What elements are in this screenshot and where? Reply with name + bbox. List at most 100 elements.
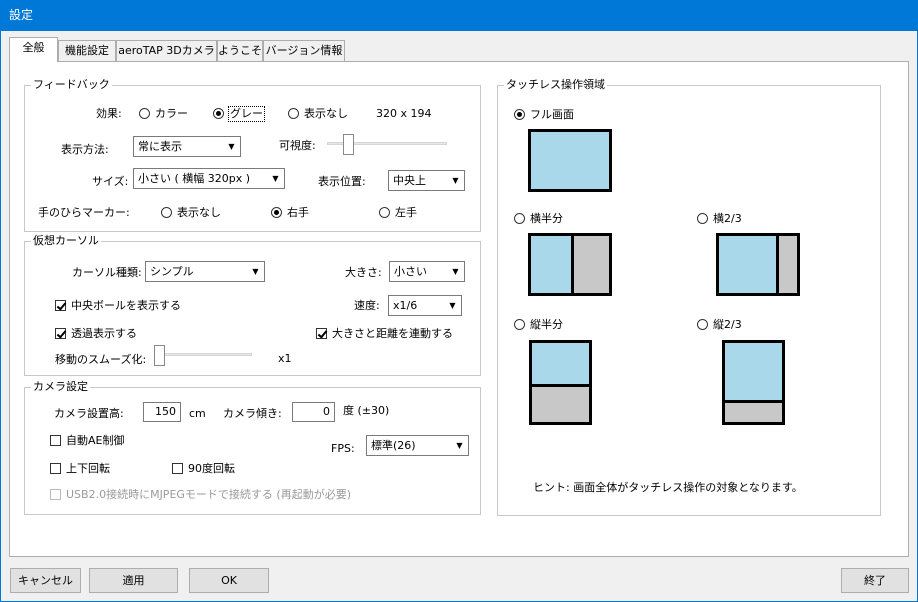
chevron-down-icon: ▼ — [451, 436, 468, 455]
position-select[interactable]: 中央上 ▼ — [388, 170, 465, 191]
title-bar: 設定 — [0, 0, 918, 31]
tab-welcome[interactable]: ようこそ — [217, 40, 263, 62]
position-label: 表示位置: — [318, 175, 366, 188]
select-value: 小さい ( 横幅 320px ) — [138, 172, 251, 185]
cursor-type-select[interactable]: シンプル ▼ — [145, 261, 265, 282]
tab-version[interactable]: バージョン情報 — [263, 40, 345, 62]
effect-gray-label: グレー — [228, 106, 265, 122]
cursor-size-select[interactable]: 小さい ▼ — [389, 261, 465, 282]
rotate90-checkbox[interactable] — [172, 463, 183, 474]
area-two-thirds-vertical-label: 縦2/3 — [713, 318, 742, 331]
apply-button[interactable]: 適用 — [89, 568, 178, 593]
inactive-region — [725, 403, 782, 422]
divider — [776, 236, 779, 293]
chevron-down-icon: ▼ — [447, 262, 464, 281]
link-size-distance-checkbox[interactable] — [316, 328, 327, 339]
inactive-region — [779, 236, 797, 293]
auto-ae-label: 自動AE制御 — [66, 434, 125, 447]
transparent-checkbox[interactable] — [55, 328, 66, 339]
camera-height-label: カメラ設置高: — [54, 407, 124, 420]
visibility-label: 可視度: — [279, 139, 316, 152]
fps-select[interactable]: 標準(26) ▼ — [366, 435, 469, 456]
size-label: サイズ: — [92, 175, 129, 188]
divider — [532, 384, 589, 387]
tab-aerotap-camera[interactable]: aeroTAP 3Dカメラ — [116, 40, 217, 62]
auto-ae-checkbox[interactable] — [50, 435, 61, 446]
speed-label: 速度: — [354, 299, 380, 312]
effect-none-radio[interactable] — [288, 108, 299, 119]
center-ball-checkbox[interactable] — [55, 300, 66, 311]
transparent-label: 透過表示する — [71, 327, 137, 340]
area-full-radio[interactable] — [514, 109, 525, 120]
area-full-label: フル画面 — [530, 108, 574, 121]
link-size-distance-label: 大きさと距離を連動する — [332, 327, 453, 340]
chevron-down-icon: ▼ — [223, 137, 240, 156]
area-full-preview[interactable] — [528, 129, 612, 192]
chevron-down-icon: ▼ — [267, 169, 284, 188]
usb2-mjpeg-label: USB2.0接続時にMJPEGモードで接続する (再起動が必要) — [66, 488, 351, 501]
cancel-button[interactable]: キャンセル — [10, 568, 81, 593]
effect-label: 効果: — [96, 107, 122, 120]
smooth-slider-thumb[interactable] — [154, 345, 165, 366]
cursor-size-label: 大きさ: — [345, 266, 382, 279]
usb2-mjpeg-checkbox[interactable] — [50, 489, 61, 500]
group-label: フィードバック — [31, 78, 112, 92]
effect-color-label: カラー — [155, 107, 188, 120]
effect-color-radio[interactable] — [139, 108, 150, 119]
area-two-thirds-vertical-preview[interactable] — [722, 340, 785, 425]
cursor-type-label: カーソル種類: — [72, 266, 142, 279]
area-two-thirds-horizontal-radio[interactable] — [697, 213, 708, 224]
effect-gray-radio[interactable] — [213, 108, 224, 119]
fps-label: FPS: — [331, 442, 355, 455]
palm-right-radio[interactable] — [271, 207, 282, 218]
palm-left-label: 左手 — [395, 206, 417, 219]
center-ball-label: 中央ボールを表示する — [71, 299, 181, 312]
area-half-vertical-label: 縦半分 — [530, 318, 563, 331]
area-half-vertical-preview[interactable] — [529, 340, 592, 425]
select-value: 中央上 — [393, 174, 426, 187]
hint-text: ヒント: 画面全体がタッチレス操作の対象となります。 — [533, 481, 803, 494]
tab-general[interactable]: 全般 — [9, 37, 58, 62]
inactive-region — [532, 387, 589, 422]
select-value: 常に表示 — [138, 140, 182, 153]
chevron-down-icon: ▼ — [444, 296, 461, 315]
camera-height-input[interactable]: 150 — [143, 402, 181, 422]
smooth-label: 移動のスムーズ化: — [55, 353, 147, 366]
speed-select[interactable]: x1/6 ▼ — [388, 295, 462, 316]
divider — [571, 236, 574, 293]
ok-button[interactable]: OK — [189, 568, 269, 593]
smooth-value: x1 — [278, 352, 292, 365]
exit-button[interactable]: 終了 — [841, 568, 909, 593]
area-half-horizontal-label: 横半分 — [530, 212, 563, 225]
visibility-slider-thumb[interactable] — [343, 134, 355, 155]
rotate90-label: 90度回転 — [188, 462, 235, 475]
flip-checkbox[interactable] — [50, 463, 61, 474]
area-half-vertical-radio[interactable] — [514, 319, 525, 330]
palm-none-radio[interactable] — [161, 207, 172, 218]
area-half-horizontal-preview[interactable] — [528, 233, 612, 296]
chevron-down-icon: ▼ — [447, 171, 464, 190]
camera-tilt-label: カメラ傾き: — [223, 407, 282, 420]
area-two-thirds-horizontal-label: 横2/3 — [713, 212, 742, 225]
area-half-horizontal-radio[interactable] — [514, 213, 525, 224]
select-value: 小さい — [394, 265, 427, 278]
tab-features[interactable]: 機能設定 — [58, 40, 116, 62]
area-two-thirds-horizontal-preview[interactable] — [716, 233, 800, 296]
select-value: シンプル — [150, 265, 194, 278]
resolution-text: 320 x 194 — [376, 107, 432, 120]
display-method-select[interactable]: 常に表示 ▼ — [133, 136, 241, 157]
palm-right-label: 右手 — [287, 206, 309, 219]
group-label: タッチレス操作領域 — [504, 78, 607, 92]
group-label: 仮想カーソル — [31, 234, 101, 248]
palm-left-radio[interactable] — [379, 207, 390, 218]
tab-label: バージョン情報 — [265, 44, 343, 57]
tab-label: 全般 — [22, 41, 45, 54]
flip-label: 上下回転 — [66, 462, 110, 475]
select-value: 標準(26) — [371, 439, 416, 452]
camera-tilt-input[interactable]: 0 — [292, 402, 335, 422]
smooth-slider[interactable] — [154, 353, 252, 356]
chevron-down-icon: ▼ — [247, 262, 264, 281]
size-select[interactable]: 小さい ( 横幅 320px ) ▼ — [133, 168, 285, 189]
area-two-thirds-vertical-radio[interactable] — [697, 319, 708, 330]
group-label: カメラ設定 — [31, 380, 90, 394]
